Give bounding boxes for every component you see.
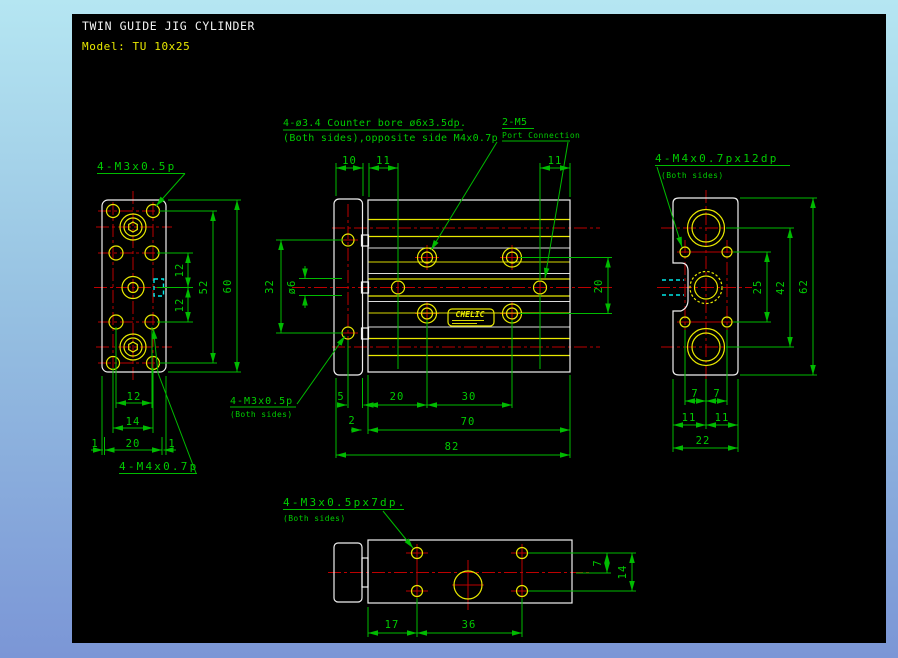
label-right-1: 4-M4x0.7px12dp	[655, 152, 779, 165]
dim-12-top: 12	[174, 263, 186, 278]
dim-b7: 7	[592, 559, 604, 566]
dim-5: 5	[337, 391, 344, 403]
dim-11b: 11	[715, 412, 730, 424]
dim-11-right: 11	[548, 155, 563, 167]
label-m3-both-2: (Both sides)	[230, 410, 293, 419]
drawing-title: TWIN GUIDE JIG CYLINDER	[82, 19, 255, 33]
dim-20v: 20	[593, 279, 605, 294]
dim-14: 14	[126, 416, 141, 428]
dim-11-left: 11	[376, 155, 391, 167]
label-bottom-1: 4-M3x0.5px7dp.	[283, 496, 407, 509]
dim-11a: 11	[682, 412, 697, 424]
dim-dia6: ø6	[286, 280, 298, 295]
dim-20b: 20	[390, 391, 405, 403]
dim-20: 20	[126, 438, 141, 450]
dim-36: 36	[462, 619, 477, 631]
label-bottom-2: (Both sides)	[283, 514, 346, 523]
dim-60: 60	[222, 279, 234, 294]
dim-52: 52	[198, 280, 210, 295]
dim-32: 32	[264, 279, 276, 294]
label-m3-top: 4-M3x0.5p	[97, 160, 176, 173]
dim-b14: 14	[617, 565, 629, 580]
dim-22: 22	[696, 435, 711, 447]
label-right-2: (Both sides)	[661, 171, 724, 180]
label-counterbore-2: (Both sides),opposite side M4x0.7p	[283, 133, 498, 144]
label-m3-both-1: 4-M3x0.5p	[230, 396, 293, 407]
dim-10: 10	[342, 155, 357, 167]
model-label: Model: TU 10x25	[82, 40, 190, 53]
dim-1-right: 1	[168, 438, 175, 450]
dim-7-left: 7	[691, 388, 698, 400]
drawing-canvas	[72, 14, 886, 643]
dim-42: 42	[775, 280, 787, 295]
dim-62: 62	[798, 279, 810, 294]
dim-2: 2	[348, 415, 355, 427]
label-m4-bottom: 4-M4x0.7p	[119, 460, 198, 473]
label-counterbore-1: 4-ø3.4 Counter bore ø6x3.5dp.	[283, 118, 466, 129]
dim-30: 30	[462, 391, 477, 403]
dim-17: 17	[385, 619, 400, 631]
dim-12h: 12	[127, 391, 142, 403]
dim-1-left: 1	[91, 438, 98, 450]
dim-82: 82	[445, 441, 460, 453]
label-port-2: Port Connection	[502, 131, 580, 140]
label-port-1: 2-M5	[502, 117, 527, 128]
dim-7-right: 7	[713, 388, 720, 400]
dim-70: 70	[461, 416, 476, 428]
dim-25: 25	[752, 280, 764, 295]
logo-text: CHELIC	[456, 310, 485, 319]
cad-viewport[interactable]: TWIN GUIDE JIG CYLINDER Model: TU 10x25	[0, 0, 898, 658]
dim-12-bottom: 12	[174, 298, 186, 313]
